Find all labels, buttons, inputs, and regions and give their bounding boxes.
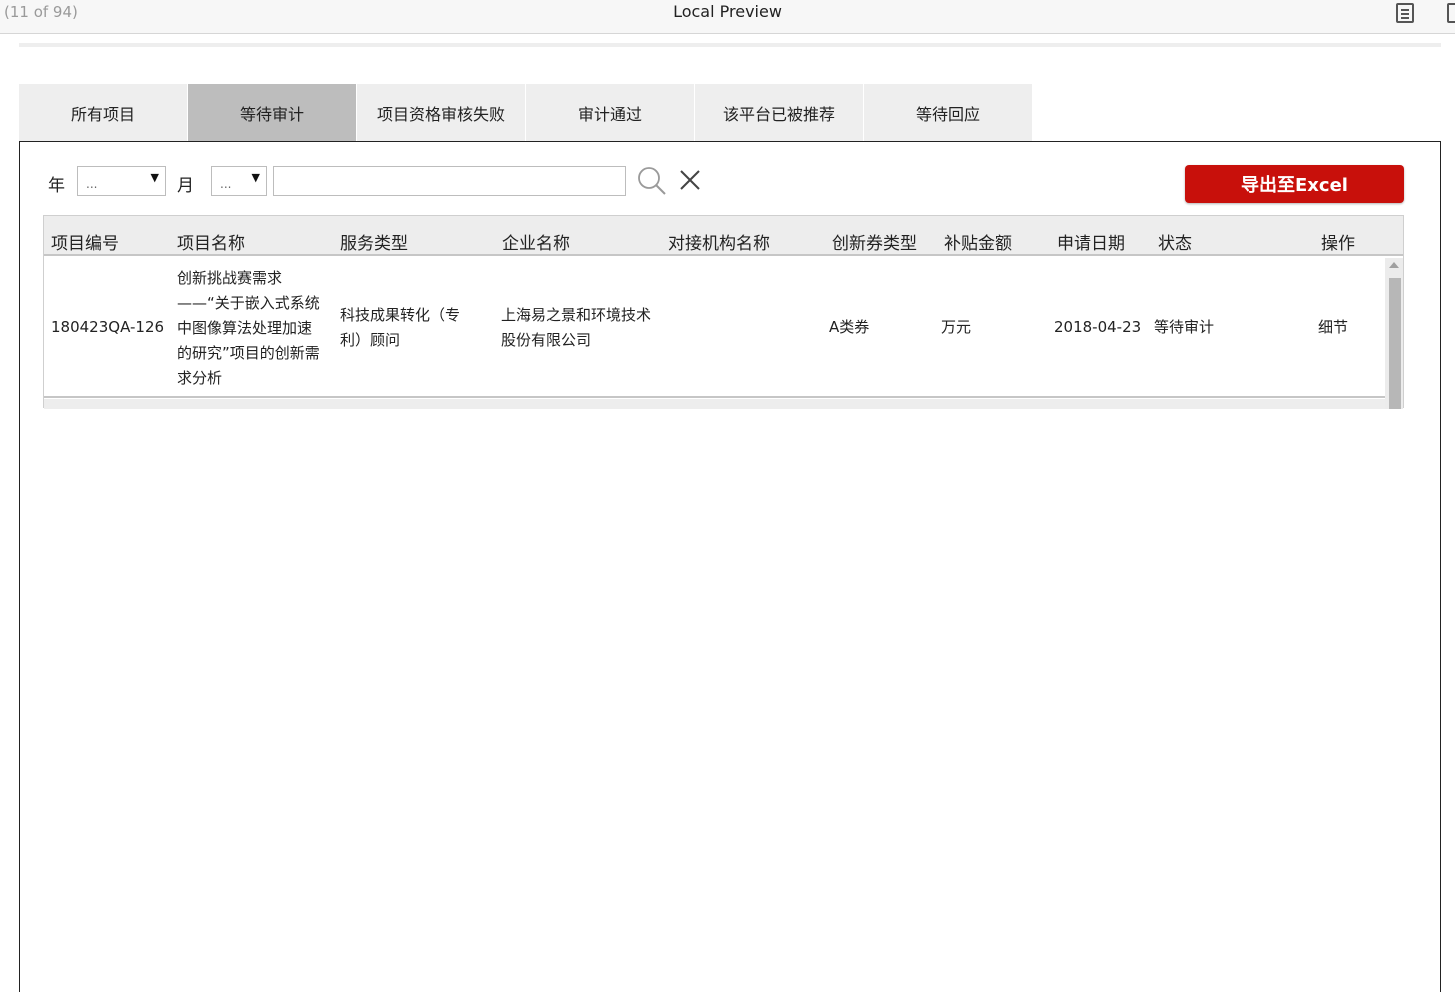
- column-header: 对接机构名称: [668, 234, 770, 254]
- year-select[interactable]: ... ▼: [77, 166, 166, 196]
- details-link[interactable]: 细节: [1318, 315, 1348, 340]
- text-line: ——“关于嵌入式系统: [177, 294, 320, 312]
- year-label: 年: [48, 176, 65, 196]
- status-badge: 等待审计: [1154, 318, 1215, 336]
- tab-audit-passed[interactable]: 审计通过: [526, 84, 694, 142]
- search-icon[interactable]: [636, 165, 668, 197]
- column-header: 项目名称: [177, 234, 245, 254]
- text-line: 的研究”项目的创新需: [177, 344, 320, 362]
- cell-subsidy: 万元: [941, 318, 972, 336]
- table-footer: [44, 399, 1385, 409]
- text-line: 股份有限公司: [501, 331, 592, 349]
- scrollbar-thumb[interactable]: [1389, 278, 1401, 409]
- cell-apply-date: 2018-04-23: [1054, 318, 1142, 336]
- fit-page-icon[interactable]: [1447, 3, 1455, 23]
- month-select[interactable]: ... ▼: [211, 166, 267, 196]
- column-header: 企业名称: [502, 234, 570, 254]
- table-scrollbar[interactable]: [1385, 258, 1403, 409]
- column-header: 补贴金额: [944, 234, 1012, 254]
- cell-voucher-type: A类券: [829, 318, 870, 336]
- cell-company-name: 上海易之景和环境技术 股份有限公司: [501, 303, 666, 353]
- export-excel-button[interactable]: 导出至Excel: [1185, 165, 1404, 203]
- divider: [19, 43, 1441, 47]
- column-header: 状态: [1158, 234, 1192, 254]
- dropdown-arrow-icon: ▼: [251, 171, 260, 184]
- clear-icon[interactable]: [678, 168, 702, 192]
- tab-qualification-failed[interactable]: 项目资格审核失败: [357, 84, 525, 142]
- table-row[interactable]: 180423QA-126 创新挑战赛需求 ——“关于嵌入式系统 中图像算法处理加…: [44, 258, 1385, 398]
- status-tabs: 所有项目 等待审计 项目资格审核失败 审计通过 该平台已被推荐 等待回应: [19, 84, 1033, 142]
- column-header: 项目编号: [51, 234, 119, 254]
- text-line: 上海易之景和环境技术: [501, 306, 652, 324]
- tab-pending-audit[interactable]: 等待审计: [188, 84, 356, 142]
- column-header: 服务类型: [340, 234, 408, 254]
- text-line: 中图像算法处理加速: [177, 319, 313, 337]
- projects-table: 项目编号 项目名称 服务类型 企业名称 对接机构名称 创新券类型 补贴金额 申请…: [43, 215, 1404, 409]
- month-label: 月: [177, 176, 194, 196]
- preview-toolbar: (11 of 94) Local Preview: [0, 0, 1455, 34]
- year-select-value: ...: [86, 177, 98, 191]
- scroll-up-arrow-icon[interactable]: [1389, 262, 1399, 268]
- column-header: 创新券类型: [832, 234, 917, 254]
- column-header: 申请日期: [1057, 234, 1125, 254]
- table-header: 项目编号 项目名称 服务类型 企业名称 对接机构名称 创新券类型 补贴金额 申请…: [44, 216, 1403, 256]
- text-line: 求分析: [177, 369, 223, 387]
- list-view-icon[interactable]: [1396, 3, 1414, 23]
- text-line: 利）顾问: [340, 331, 401, 349]
- tab-all-projects[interactable]: 所有项目: [19, 84, 187, 142]
- search-input[interactable]: [273, 166, 626, 196]
- cell-service-type: 科技成果转化（专 利）顾问: [340, 303, 495, 353]
- tab-awaiting-response[interactable]: 等待回应: [864, 84, 1032, 142]
- text-line: 创新挑战赛需求: [177, 269, 283, 287]
- text-line: 科技成果转化（专: [340, 306, 461, 324]
- tab-recommended[interactable]: 该平台已被推荐: [695, 84, 863, 142]
- cell-project-id: 180423QA-126: [51, 318, 165, 336]
- window-title: Local Preview: [673, 2, 782, 21]
- month-select-value: ...: [220, 177, 232, 191]
- dropdown-arrow-icon: ▼: [150, 171, 159, 184]
- column-header: 操作: [1321, 234, 1355, 254]
- cell-project-name: 创新挑战赛需求 ——“关于嵌入式系统 中图像算法处理加速 的研究”项目的创新需 …: [177, 266, 337, 391]
